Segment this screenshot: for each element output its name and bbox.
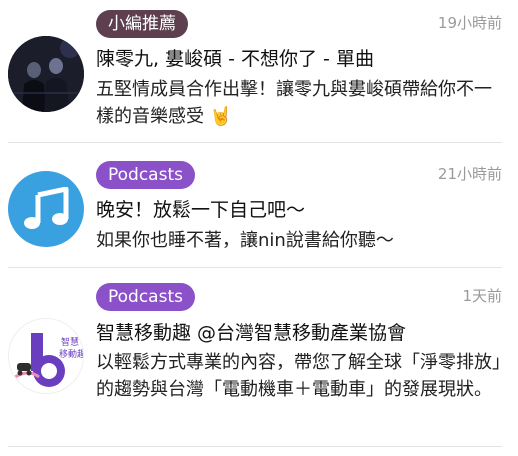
feed-item-3[interactable]: 智慧 移動趣 Podcasts 1天前 智慧移動趣 @台灣智慧移動產業協會 以輕… (0, 268, 518, 456)
cover-text: 智慧 (61, 336, 79, 348)
feed-item-1[interactable]: 小編推薦 19小時前 陳零九, 婁峻碩 - 不想你了 - 單曲 五堅情成員合作出… (0, 0, 518, 142)
divider (8, 446, 502, 447)
podcast-cover-thumbnail[interactable]: 智慧 移動趣 (8, 318, 84, 394)
cover-text: 移動趣 (59, 348, 84, 360)
item-title[interactable]: 晚安！放鬆一下自己吧～ (96, 195, 305, 222)
badge-editor-pick: 小編推薦 (96, 10, 188, 38)
timestamp: 19小時前 (437, 14, 502, 32)
item-title[interactable]: 智慧移動趣 @台灣智慧移動產業協會 (96, 318, 406, 345)
album-cover-thumbnail[interactable] (8, 36, 84, 112)
item-description: 以輕鬆方式專業的內容，帶您了解全球「淨零排放」的趨勢與台灣「電動機車＋電動車」的… (96, 352, 501, 400)
item-description: 如果你也睡不著，讓nin說書給你聽～ (96, 230, 394, 251)
feed-item-2[interactable]: Podcasts 21小時前 晚安！放鬆一下自己吧～ 如果你也睡不著，讓nin說… (0, 143, 518, 267)
badge-podcasts: Podcasts (96, 161, 195, 189)
badge-podcasts: Podcasts (96, 283, 195, 311)
timestamp: 21小時前 (437, 165, 502, 183)
item-description: 五堅情成員合作出擊！讓零九與婁峻碩帶給你不一樣的音樂感受 🤘 (96, 79, 492, 127)
item-title[interactable]: 陳零九, 婁峻碩 - 不想你了 - 單曲 (96, 44, 374, 71)
timestamp: 1天前 (462, 287, 502, 305)
podcast-thumbnail[interactable] (8, 171, 84, 247)
music-note-icon (24, 187, 69, 229)
